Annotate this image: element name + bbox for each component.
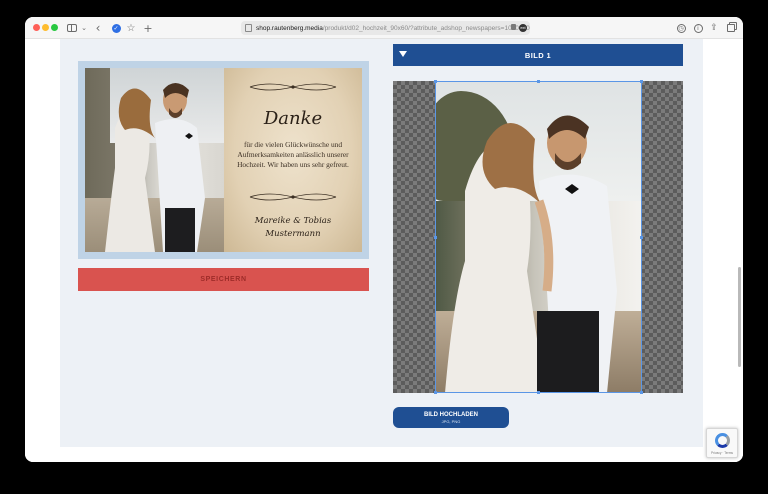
- crop-handle-tl[interactable]: [434, 80, 437, 83]
- card-names-line2: Mustermann: [265, 229, 321, 239]
- image-section-label: BILD 1: [524, 50, 552, 60]
- crop-handle-right[interactable]: [640, 236, 643, 239]
- title-bar: ⌄ ‹ ✓ ☆ + shop.rautenberg.media /produkt…: [25, 17, 743, 39]
- upload-label: BILD HOCHLADEN: [424, 411, 478, 418]
- tabs-icon[interactable]: [726, 21, 736, 35]
- star-icon[interactable]: ☆: [125, 21, 137, 35]
- product-configurator: Danke für die vielen Glückwünsche und Au…: [60, 39, 703, 447]
- upload-hint: JPG, PNG: [441, 418, 461, 424]
- crop-handle-tr[interactable]: [640, 80, 643, 83]
- url-path: /produkt/d02_hochzeit_90x60/?attribute_a…: [322, 24, 530, 32]
- shield-icon[interactable]: ✓: [110, 21, 122, 35]
- crop-handle-left[interactable]: [434, 236, 437, 239]
- crop-handle-top[interactable]: [537, 80, 540, 83]
- image-editor-canvas[interactable]: [393, 80, 683, 394]
- plus-icon[interactable]: +: [143, 21, 153, 35]
- minimize-window-button[interactable]: [42, 24, 49, 31]
- recaptcha-badge[interactable]: Privacy · Terms: [706, 428, 738, 458]
- address-bar[interactable]: shop.rautenberg.media /produkt/d02_hochz…: [241, 21, 530, 35]
- info-icon[interactable]: i: [693, 21, 703, 35]
- zoom-window-button[interactable]: [51, 24, 58, 31]
- card-names: Mareike & Tobias Mustermann: [224, 215, 362, 241]
- crop-handle-bl[interactable]: [434, 391, 437, 394]
- crop-frame[interactable]: [434, 80, 643, 394]
- lock-icon: [511, 24, 516, 30]
- page: Danke für die vielen Glückwünsche und Au…: [25, 39, 743, 462]
- card-names-line1: Mareike & Tobias: [254, 216, 332, 226]
- ornament-top: [248, 82, 338, 92]
- extension-icon[interactable]: ext: [519, 24, 527, 32]
- image-section-header[interactable]: BILD 1: [393, 44, 683, 66]
- browser-window: ⌄ ‹ ✓ ☆ + shop.rautenberg.media /produkt…: [25, 17, 743, 462]
- close-window-button[interactable]: [33, 24, 40, 31]
- thank-you-card: Danke für die vielen Glückwünsche und Au…: [224, 68, 362, 252]
- save-button[interactable]: SPEICHERN: [78, 268, 369, 291]
- url-host: shop.rautenberg.media: [256, 24, 323, 32]
- recaptcha-icon: [715, 433, 730, 448]
- clock-icon[interactable]: ◷: [676, 21, 686, 35]
- sidebar-icon[interactable]: [66, 21, 78, 35]
- chevron-down-icon[interactable]: ⌄: [80, 21, 88, 35]
- back-icon[interactable]: ‹: [93, 21, 103, 35]
- card-title: Danke: [263, 108, 323, 129]
- upload-image-button[interactable]: BILD HOCHLADEN JPG, PNG: [393, 407, 509, 428]
- couple-photo-preview: [85, 68, 225, 252]
- crop-handle-br[interactable]: [640, 391, 643, 394]
- page-scrollbar[interactable]: [738, 267, 741, 367]
- card-preview: Danke für die vielen Glückwünsche und Au…: [78, 61, 369, 259]
- page-icon: [245, 24, 252, 32]
- couple-figures: [105, 83, 205, 252]
- crop-handle-bottom[interactable]: [537, 391, 540, 394]
- ornament-bottom: [248, 192, 338, 202]
- card-text: für die vielen Glückwünsche und Aufmerks…: [237, 140, 349, 169]
- share-icon[interactable]: ⇪: [709, 21, 719, 35]
- recaptcha-footer[interactable]: Privacy · Terms: [707, 451, 737, 455]
- caret-down-icon: [399, 51, 407, 57]
